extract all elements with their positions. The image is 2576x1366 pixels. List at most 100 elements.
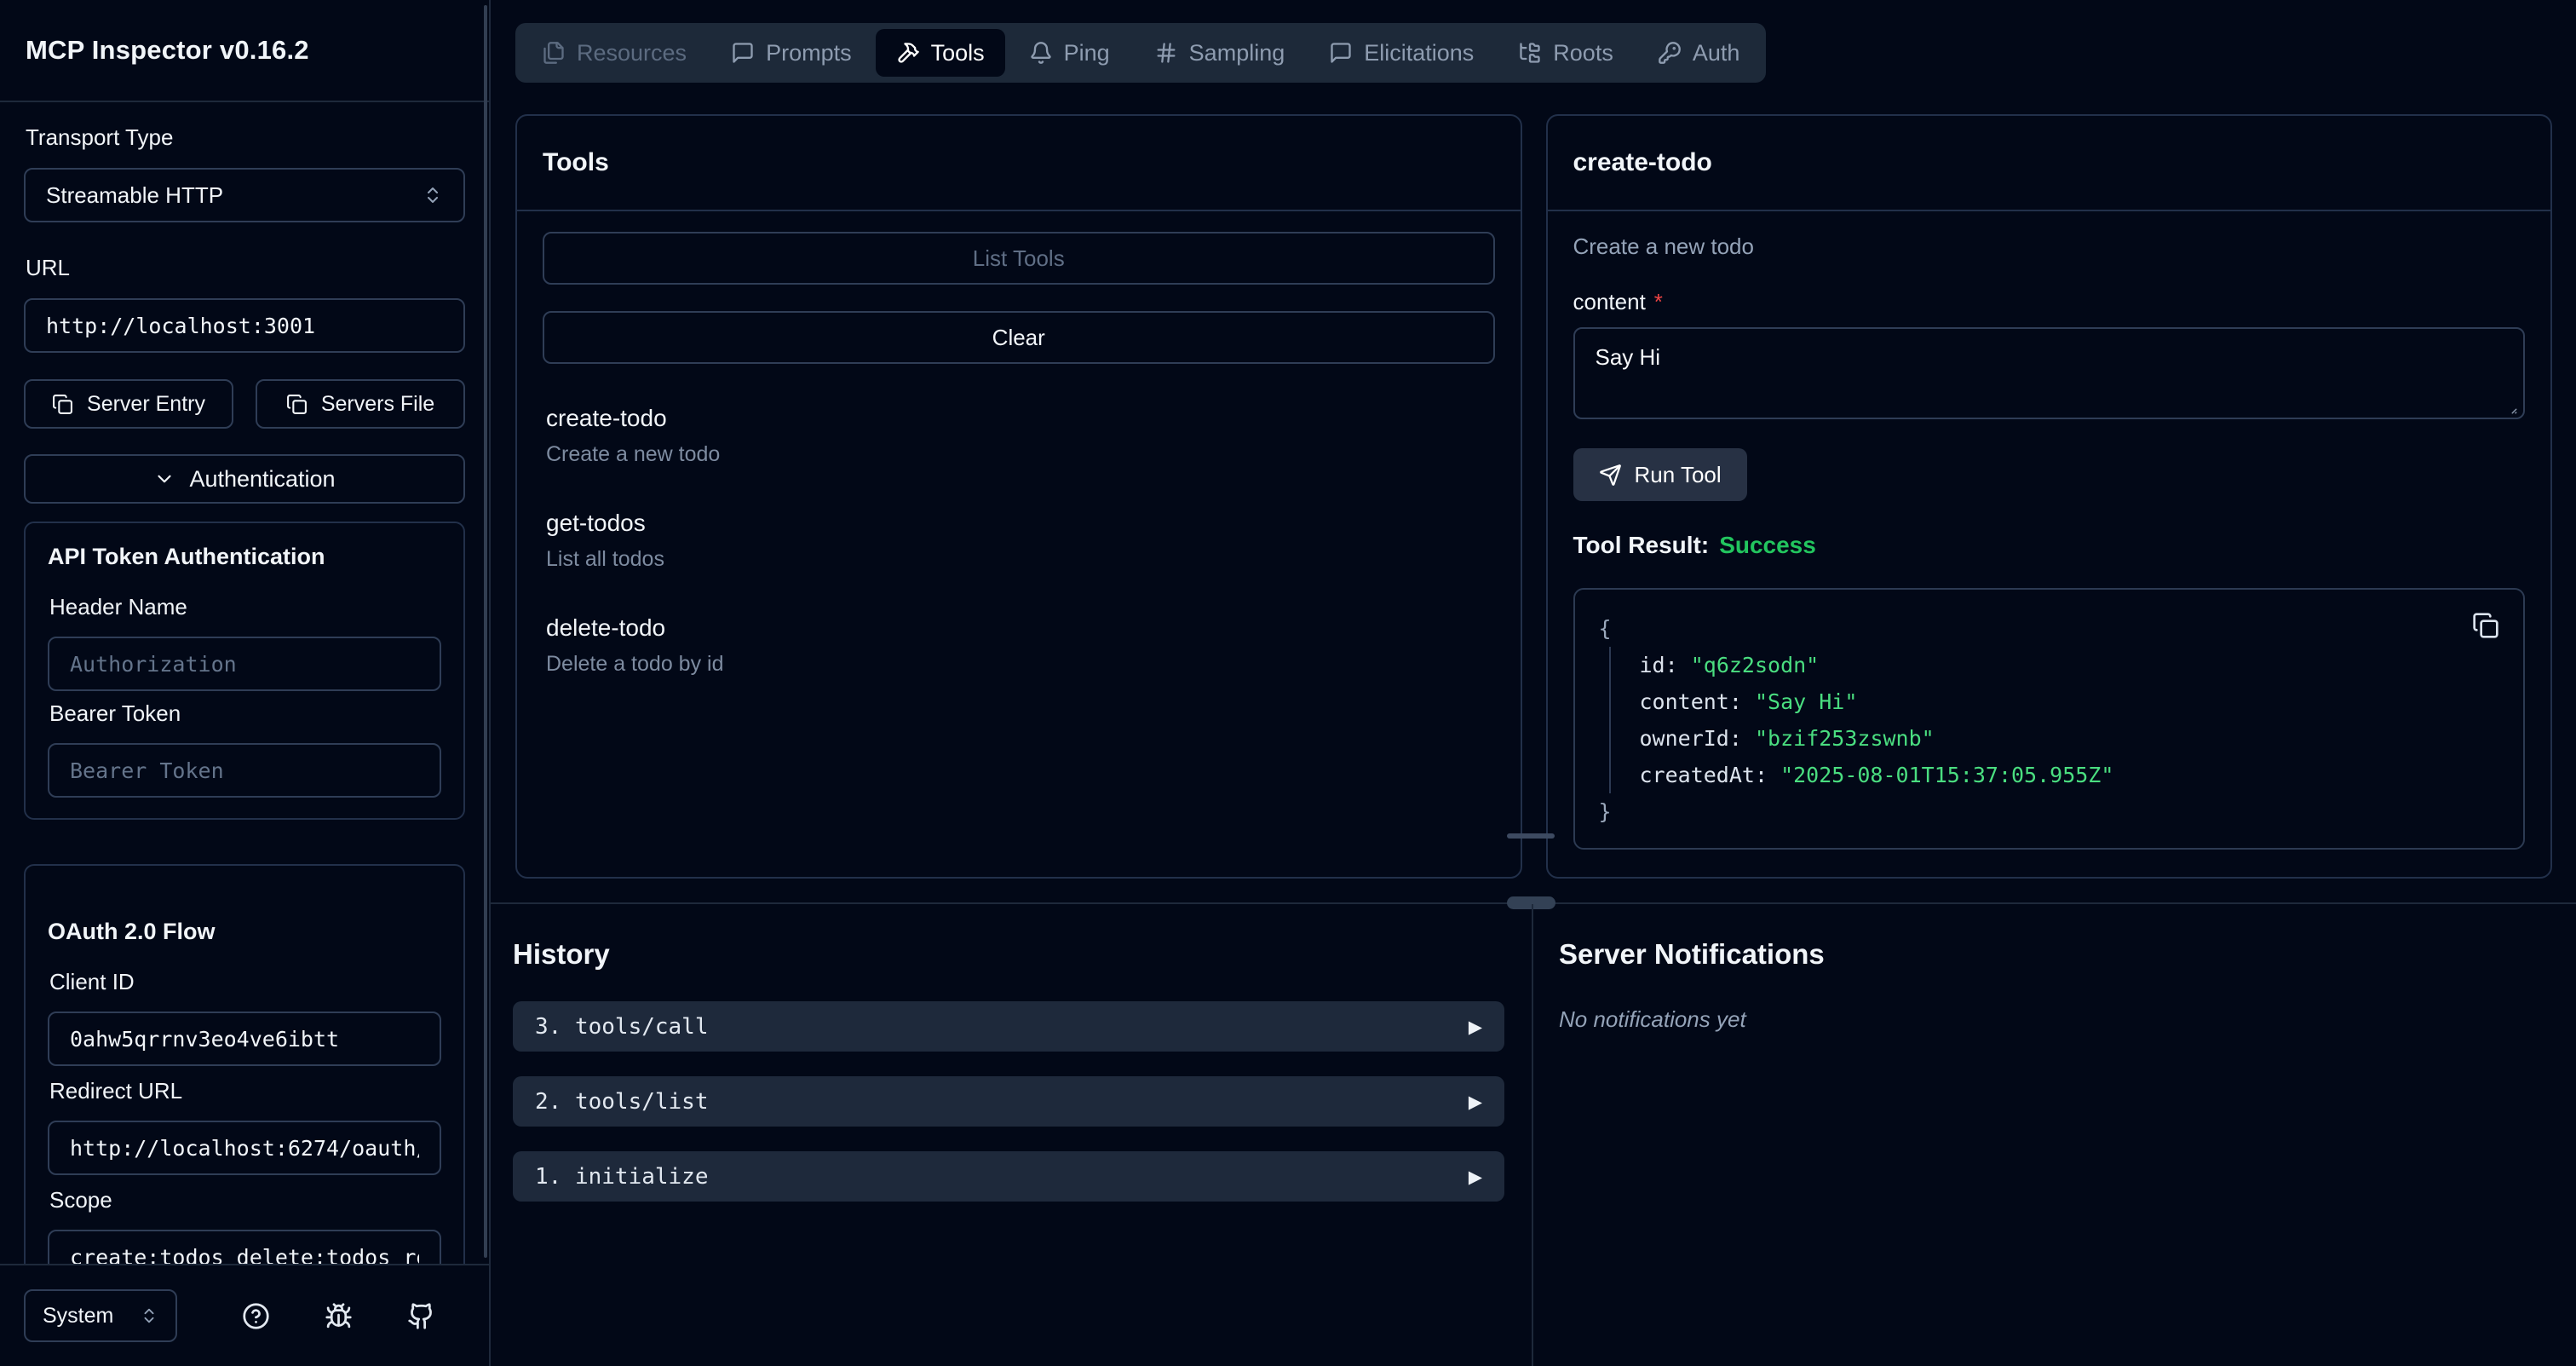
tool-name: create-todo <box>546 405 1492 432</box>
tool-result-label: Tool Result: <box>1573 532 1710 559</box>
tab-label: Prompts <box>766 40 852 66</box>
tab-ping[interactable]: Ping <box>1009 29 1130 77</box>
chevrons-up-down-icon <box>140 1306 158 1325</box>
tab-label: Ping <box>1064 40 1110 66</box>
required-asterisk: * <box>1654 289 1663 315</box>
tab-sampling[interactable]: Sampling <box>1134 29 1306 77</box>
clear-button[interactable]: Clear <box>543 311 1495 364</box>
tool-list-item[interactable]: get-todos List all todos <box>546 510 1492 572</box>
json-value: "Say Hi" <box>1755 689 1857 714</box>
bug-icon <box>325 1302 353 1330</box>
transport-type-select[interactable]: Streamable HTTP <box>24 168 465 222</box>
tool-name: get-todos <box>546 510 1492 537</box>
theme-select[interactable]: System <box>24 1289 177 1342</box>
servers-file-button[interactable]: Servers File <box>256 379 465 429</box>
tool-description: List all todos <box>546 547 1492 572</box>
help-button[interactable] <box>239 1299 273 1334</box>
expand-arrow-icon[interactable]: ▶ <box>1469 1092 1482 1112</box>
expand-arrow-icon[interactable]: ▶ <box>1469 1167 1482 1187</box>
authentication-toggle-label: Authentication <box>189 466 335 493</box>
json-value: "q6z2sodn" <box>1691 653 1820 677</box>
app-title: MCP Inspector v0.16.2 <box>26 35 309 66</box>
oauth-card: OAuth 2.0 Flow Client ID Redirect URL Sc… <box>24 864 465 1264</box>
folder-tree-icon <box>1518 41 1542 65</box>
chevrons-up-down-icon <box>423 185 443 205</box>
tab-label: Elicitations <box>1364 40 1474 66</box>
transport-type-value: Streamable HTTP <box>46 182 423 209</box>
tab-resources[interactable]: Resources <box>521 29 707 77</box>
header-name-label: Header Name <box>49 594 441 620</box>
history-item[interactable]: 1. initialize ▶ <box>513 1151 1504 1202</box>
tab-bar: Resources Prompts Tools Ping Sampling <box>515 23 1766 83</box>
history-item-label: 1. initialize <box>535 1164 709 1190</box>
tab-tools[interactable]: Tools <box>876 29 1005 77</box>
report-bug-button[interactable] <box>321 1299 356 1334</box>
history-item[interactable]: 2. tools/list ▶ <box>513 1076 1504 1127</box>
tool-detail-description: Create a new todo <box>1573 233 2526 260</box>
server-notifications-title: Server Notifications <box>1559 938 2549 971</box>
hash-icon <box>1154 41 1178 65</box>
tab-label: Tools <box>931 40 985 66</box>
url-input[interactable] <box>24 298 465 353</box>
message-square-icon <box>1329 41 1353 65</box>
server-entry-label: Server Entry <box>87 392 205 417</box>
json-value: "bzif253zswnb" <box>1755 726 1935 751</box>
tool-detail-panel: create-todo Create a new todo content * … <box>1546 114 2553 879</box>
help-circle-icon <box>242 1302 270 1330</box>
tool-list-item[interactable]: create-todo Create a new todo <box>546 405 1492 467</box>
copy-icon <box>52 394 73 415</box>
scope-label: Scope <box>49 1187 441 1213</box>
expand-arrow-icon[interactable]: ▶ <box>1469 1017 1482 1037</box>
resize-grip-icon[interactable] <box>2503 400 2518 415</box>
api-token-title: API Token Authentication <box>48 544 441 570</box>
bearer-token-input[interactable] <box>48 743 441 798</box>
send-icon <box>1599 464 1622 487</box>
tab-prompts[interactable]: Prompts <box>710 29 872 77</box>
tab-elicitations[interactable]: Elicitations <box>1308 29 1494 77</box>
tool-description: Delete a todo by id <box>546 652 1492 677</box>
chevron-down-icon <box>153 468 175 490</box>
copy-result-button[interactable] <box>2469 608 2503 643</box>
client-id-input[interactable] <box>48 1012 441 1066</box>
server-notifications-panel: Server Notifications No notifications ye… <box>1532 904 2576 1366</box>
oauth-title: OAuth 2.0 Flow <box>48 919 441 945</box>
json-key: content: <box>1640 689 1742 714</box>
copy-icon <box>2472 612 2499 639</box>
tool-result-status: Success <box>1719 532 1816 559</box>
header-name-input[interactable] <box>48 637 441 691</box>
main-area: Resources Prompts Tools Ping Sampling <box>491 0 2576 1366</box>
content-field[interactable]: Say Hi <box>1573 327 2526 419</box>
vertical-resize-handle[interactable] <box>1507 833 1555 839</box>
sidebar-scrollbar[interactable] <box>484 5 487 1258</box>
scope-input[interactable] <box>48 1230 441 1264</box>
client-id-label: Client ID <box>49 969 441 995</box>
list-tools-button[interactable]: List Tools <box>543 232 1495 285</box>
files-icon <box>542 41 566 65</box>
key-icon <box>1658 41 1682 65</box>
tool-list-item[interactable]: delete-todo Delete a todo by id <box>546 614 1492 677</box>
tool-result-json: { id: "q6z2sodn" content: "Say Hi" owner… <box>1573 588 2526 850</box>
redirect-url-label: Redirect URL <box>49 1078 441 1104</box>
github-button[interactable] <box>404 1299 439 1334</box>
servers-file-label: Servers File <box>321 392 434 417</box>
json-value: "2025-08-01T15:37:05.955Z" <box>1780 763 2113 787</box>
hammer-icon <box>896 41 920 65</box>
server-entry-button[interactable]: Server Entry <box>24 379 233 429</box>
tab-label: Auth <box>1693 40 1740 66</box>
run-tool-label: Run Tool <box>1635 462 1722 488</box>
tools-panel: Tools List Tools Clear create-todo Creat… <box>515 114 1522 879</box>
top-panels: Tools List Tools Clear create-todo Creat… <box>515 114 2552 879</box>
url-label: URL <box>26 255 465 281</box>
run-tool-button[interactable]: Run Tool <box>1573 448 1747 501</box>
tab-auth[interactable]: Auth <box>1637 29 1761 77</box>
history-item[interactable]: 3. tools/call ▶ <box>513 1001 1504 1052</box>
tool-detail-title: create-todo <box>1548 116 2551 211</box>
bottom-panels: History 3. tools/call ▶ 2. tools/list ▶ … <box>491 904 2576 1366</box>
tool-list: create-todo Create a new todo get-todos … <box>543 405 1495 677</box>
tab-roots[interactable]: Roots <box>1498 29 1634 77</box>
tools-panel-title: Tools <box>517 116 1521 211</box>
history-item-label: 3. tools/call <box>535 1014 709 1040</box>
redirect-url-input[interactable] <box>48 1121 441 1175</box>
theme-select-value: System <box>43 1304 126 1329</box>
authentication-toggle[interactable]: Authentication <box>24 454 465 504</box>
